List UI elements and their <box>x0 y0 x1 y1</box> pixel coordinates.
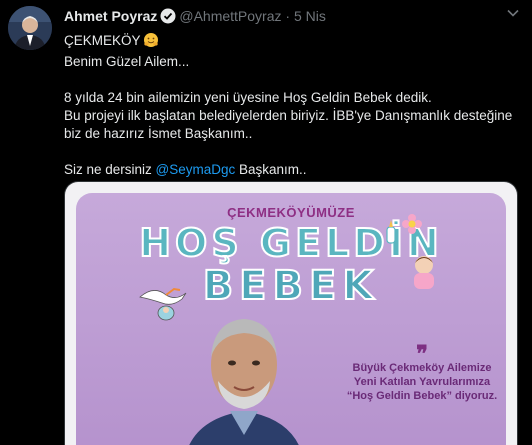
poster-image[interactable]: ÇEKMEKÖYÜMÜZE HOŞ GELDİN BEBEK ❞ Büyük Ç… <box>76 193 506 445</box>
tweet-line-2: Benim Güzel Ailem... <box>64 54 190 69</box>
tweet-text: ÇEKMEKÖY Benim Güzel Ailem... 8 yılda 24… <box>64 32 514 179</box>
avatar[interactable] <box>8 6 52 50</box>
tweet-header: Ahmet Poyraz @AhmettPoyraz · 5 Nis <box>64 8 326 27</box>
tweet-media[interactable]: ÇEKMEKÖYÜMÜZE HOŞ GELDİN BEBEK ❞ Büyük Ç… <box>64 181 518 445</box>
more-options-button[interactable] <box>506 6 520 23</box>
verified-badge-icon <box>160 8 176 27</box>
tweet-line-6: Siz ne dersiniz @SeymaDgc Başkanım.. <box>64 161 514 179</box>
tweet-timestamp[interactable]: 5 Nis <box>294 8 326 24</box>
separator-dot: · <box>285 8 291 24</box>
tweet-line-1: ÇEKMEKÖY <box>64 33 141 48</box>
baby-bottle-icon <box>386 220 396 244</box>
author-handle[interactable]: @AhmettPoyraz <box>179 8 281 24</box>
chevron-down-icon <box>507 9 519 17</box>
tweet-line: ÇEKMEKÖY <box>64 32 514 53</box>
author-name[interactable]: Ahmet Poyraz <box>64 8 157 24</box>
baby-illustration-icon <box>414 256 434 289</box>
quote-mark-icon: ❞ <box>416 341 428 366</box>
poster-quote-line3: “Hoş Geldin Bebek” diyoruz. <box>346 390 498 402</box>
tweet-line-5: biz de hazırız İsmet Başkanım.. <box>64 126 253 141</box>
poster-quote: ❞ Büyük Çekmeköy Ailemize Yeni Katılan Y… <box>338 343 506 403</box>
tweet-line-3: 8 yılda 24 bin ailemizin yeni üyesine Ho… <box>64 90 432 105</box>
hugging-face-emoji-icon <box>143 32 159 53</box>
poster-subtitle: ÇEKMEKÖYÜMÜZE <box>227 205 355 220</box>
tweet-line-4: Bu projeyi ilk başlatan belediyelerden b… <box>64 108 513 123</box>
mention-link[interactable]: @SeymaDgc <box>156 162 236 177</box>
poster-quote-line2: Yeni Katılan Yavrularımıza <box>353 376 491 388</box>
poster-quote-line1: Büyük Çekmeköy Ailemize <box>352 362 492 374</box>
tweet[interactable]: Ahmet Poyraz @AhmettPoyraz · 5 Nis ÇEKMEK… <box>0 0 532 445</box>
person-photo <box>189 319 299 445</box>
tweet-line-6-prefix: Siz ne dersiniz <box>64 162 156 177</box>
flower-icon <box>402 214 422 234</box>
tweet-line-6-suffix: Başkanım.. <box>235 162 307 177</box>
